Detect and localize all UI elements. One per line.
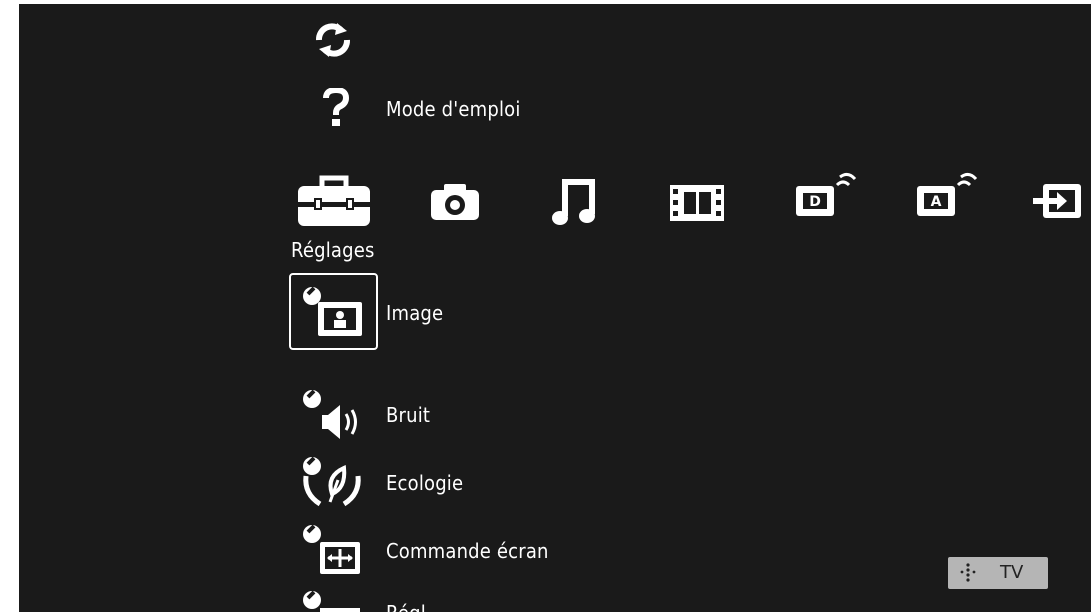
refresh-icon[interactable] (313, 22, 353, 58)
svg-text:D: D (809, 194, 821, 210)
settings-item-image[interactable]: Image (386, 301, 443, 325)
help-label[interactable]: Mode d'emploi (386, 97, 521, 121)
digital-tv-icon[interactable]: D (794, 169, 856, 219)
camera-icon[interactable] (430, 183, 480, 221)
tv-xmb-screen: Mode d'emploi Réglages D A Image Bruit E… (19, 4, 1091, 612)
tv-badge-label: TV (1000, 562, 1024, 583)
settings-item-setup[interactable]: Régl... (386, 601, 444, 612)
sound-settings-icon[interactable] (300, 387, 364, 441)
analog-tv-icon[interactable]: A (915, 169, 977, 219)
music-note-icon[interactable] (550, 178, 598, 226)
tv-status-badge[interactable]: TV (948, 557, 1048, 589)
eco-settings-icon[interactable] (300, 454, 364, 508)
category-label: Réglages (291, 238, 375, 262)
settings-item-sound[interactable]: Bruit (386, 403, 430, 427)
settings-item-eco[interactable]: Ecologie (386, 471, 463, 495)
film-strip-icon[interactable] (670, 185, 724, 221)
setup-settings-icon[interactable] (300, 588, 364, 612)
options-dots-icon (960, 563, 976, 582)
settings-item-screen-control[interactable]: Commande écran (386, 539, 549, 563)
help-icon[interactable] (323, 88, 349, 128)
svg-text:A: A (931, 194, 942, 210)
screen-control-settings-icon[interactable] (300, 522, 364, 576)
toolbox-icon[interactable] (296, 174, 372, 228)
picture-settings-icon[interactable] (300, 284, 364, 338)
input-icon[interactable] (1033, 182, 1083, 220)
